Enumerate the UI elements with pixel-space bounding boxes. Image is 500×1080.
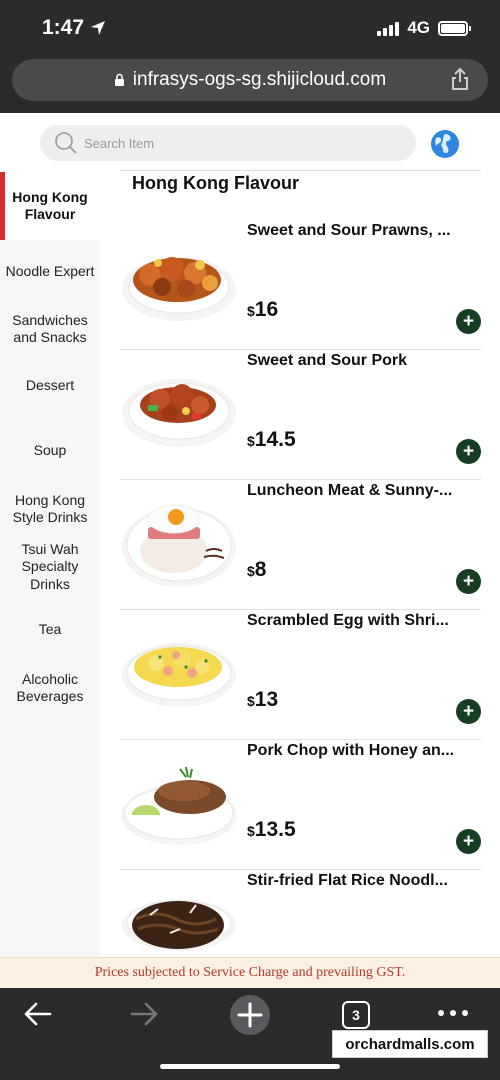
currency-symbol: $ bbox=[247, 693, 255, 709]
category-noodle-expert[interactable]: Noodle Expert bbox=[0, 240, 100, 304]
search-row bbox=[0, 113, 500, 170]
category-hong-kong-flavour[interactable]: Hong Kong Flavour bbox=[0, 172, 100, 240]
item-name: Pork Chop with Honey an... bbox=[247, 742, 455, 759]
category-soup[interactable]: Soup bbox=[0, 418, 100, 484]
item-name: Luncheon Meat & Sunny-... bbox=[247, 482, 453, 499]
item-name: Sweet and Sour Prawns, ... bbox=[247, 222, 451, 239]
url-text: infrasys-ogs-sg.shijicloud.com bbox=[132, 69, 387, 90]
food-image bbox=[122, 257, 236, 321]
home-indicator bbox=[160, 1064, 340, 1069]
status-indicators: 4G bbox=[377, 18, 471, 38]
item-price: $8 bbox=[247, 558, 266, 582]
food-image bbox=[122, 899, 236, 951]
category-alcoholic-beverages[interactable]: Alcoholic Beverages bbox=[0, 660, 100, 716]
menu-list: Hong Kong Flavour Sweet and Sour Prawns,… bbox=[100, 170, 500, 957]
food-image bbox=[122, 643, 236, 707]
add-to-cart-button[interactable]: + bbox=[456, 569, 481, 594]
status-time: 1:47 bbox=[42, 16, 106, 40]
tabs-button[interactable]: 3 bbox=[342, 1001, 370, 1029]
currency-symbol: $ bbox=[247, 563, 255, 579]
price-amount: 14.5 bbox=[254, 428, 296, 451]
clock-text: 1:47 bbox=[42, 16, 85, 39]
food-image bbox=[122, 504, 236, 587]
price-amount: 16 bbox=[254, 298, 279, 321]
globe-icon[interactable] bbox=[430, 129, 460, 159]
category-tsui-wah-specialty-drinks[interactable]: Tsui Wah Specialty Drinks bbox=[0, 534, 100, 600]
category-hong-kong-style-drinks[interactable]: Hong Kong Style Drinks bbox=[0, 484, 100, 534]
share-icon[interactable] bbox=[450, 67, 470, 91]
browser-top-bar: 1:47 4G infrasys-ogs-sg.shijicloud.com bbox=[0, 0, 500, 113]
item-name: Scrambled Egg with Shri... bbox=[247, 612, 449, 629]
location-arrow-icon bbox=[91, 21, 106, 35]
item-name: Stir-fried Flat Rice Noodl... bbox=[247, 872, 448, 889]
item-name: Sweet and Sour Pork bbox=[247, 352, 408, 369]
category-sidebar: Hong Kong Flavour Noodle Expert Sandwich… bbox=[0, 172, 100, 957]
lock-icon bbox=[114, 73, 124, 86]
currency-symbol: $ bbox=[247, 303, 255, 319]
currency-symbol: $ bbox=[247, 823, 255, 839]
search-input[interactable] bbox=[84, 135, 384, 151]
section-title: Hong Kong Flavour bbox=[132, 173, 299, 193]
price-amount: 13.5 bbox=[254, 818, 296, 841]
signal-icon bbox=[377, 21, 400, 36]
item-price: $16 bbox=[247, 298, 278, 322]
search-icon bbox=[55, 132, 77, 154]
price-amount: 8 bbox=[254, 558, 267, 581]
item-price: $13.5 bbox=[247, 818, 296, 842]
more-options-icon[interactable] bbox=[438, 1010, 468, 1016]
price-amount: 13 bbox=[254, 688, 279, 711]
add-to-cart-button[interactable]: + bbox=[456, 309, 481, 334]
search-box[interactable] bbox=[40, 125, 416, 161]
category-tea[interactable]: Tea bbox=[0, 600, 100, 660]
menu-item[interactable]: Stir-fried Flat Rice Noodl... bbox=[120, 870, 481, 957]
category-sandwiches-and-snacks[interactable]: Sandwiches and Snacks bbox=[0, 304, 100, 354]
add-to-cart-button[interactable]: + bbox=[456, 439, 481, 464]
new-tab-plus-icon[interactable] bbox=[229, 994, 271, 1036]
menu-item[interactable]: Scrambled Egg with Shri... $13 + bbox=[120, 610, 481, 740]
menu-item[interactable]: Sweet and Sour Pork $14.5 + bbox=[120, 350, 481, 480]
section-divider bbox=[120, 170, 481, 171]
browser-bottom-toolbar: 3 orchardmalls.com bbox=[0, 988, 500, 1080]
food-image bbox=[122, 379, 236, 447]
service-charge-notice: Prices subjected to Service Charge and p… bbox=[0, 957, 500, 988]
menu-item[interactable]: Sweet and Sour Prawns, ... $16 + bbox=[120, 220, 481, 350]
battery-icon bbox=[438, 20, 471, 36]
menu-item[interactable]: Pork Chop with Honey an... $13.5 + bbox=[120, 740, 481, 870]
back-arrow-icon[interactable] bbox=[22, 996, 54, 1032]
category-dessert[interactable]: Dessert bbox=[0, 354, 100, 418]
item-price: $13 bbox=[247, 688, 278, 712]
menu-item[interactable]: Luncheon Meat & Sunny-... $8 + bbox=[120, 480, 481, 610]
forward-arrow-icon[interactable] bbox=[128, 996, 160, 1032]
add-to-cart-button[interactable]: + bbox=[456, 699, 481, 724]
item-price: $14.5 bbox=[247, 428, 296, 452]
watermark: orchardmalls.com bbox=[332, 1030, 488, 1058]
add-to-cart-button[interactable]: + bbox=[456, 829, 481, 854]
network-type: 4G bbox=[407, 18, 430, 37]
food-image bbox=[121, 766, 237, 845]
address-bar[interactable]: infrasys-ogs-sg.shijicloud.com bbox=[12, 59, 488, 101]
currency-symbol: $ bbox=[247, 433, 255, 449]
